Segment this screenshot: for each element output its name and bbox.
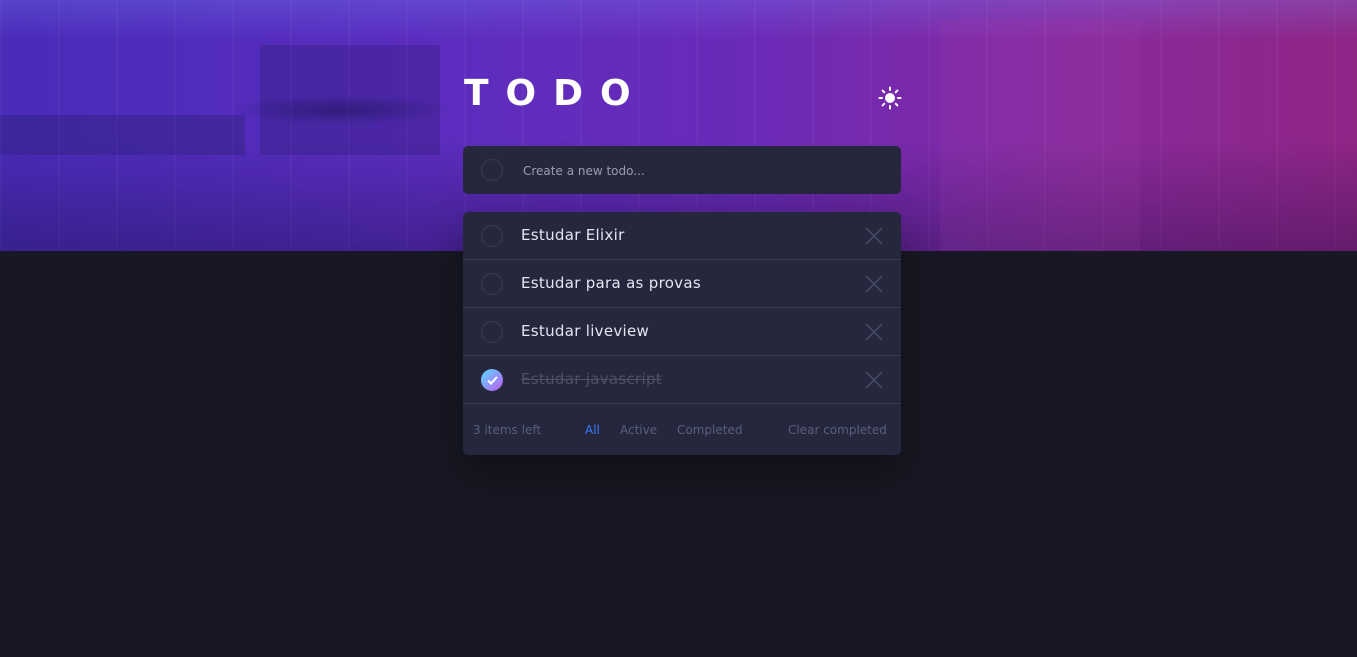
- new-todo-input[interactable]: [521, 158, 885, 184]
- todo-item[interactable]: Estudar Elixir: [463, 212, 901, 260]
- todo-list: Estudar Elixir Estudar para as provas Es…: [463, 212, 901, 455]
- close-icon[interactable]: [865, 371, 883, 389]
- todo-text: Estudar para as provas: [521, 274, 701, 292]
- todo-text: Estudar Elixir: [521, 226, 625, 244]
- todo-item[interactable]: Estudar liveview: [463, 308, 901, 356]
- clear-completed-button[interactable]: Clear completed: [788, 422, 887, 438]
- items-left-count: 3 items left: [473, 423, 542, 437]
- new-todo-bar: [463, 146, 901, 194]
- background-photo-corridor: [260, 45, 440, 155]
- filter-completed[interactable]: Completed: [677, 422, 742, 438]
- filter-all[interactable]: All: [585, 422, 600, 438]
- background-photo-railing: [0, 115, 245, 155]
- todo-checkbox[interactable]: [481, 225, 503, 247]
- todo-item-completed[interactable]: Estudar javascript: [463, 356, 901, 404]
- background-photo-pillars: [940, 20, 1140, 251]
- close-icon[interactable]: [865, 275, 883, 293]
- todo-checkbox[interactable]: [481, 273, 503, 295]
- todo-text: Estudar liveview: [521, 322, 650, 340]
- filter-active[interactable]: Active: [620, 422, 657, 438]
- todo-footer: 3 items left All Active Completed Clear …: [463, 405, 901, 455]
- theme-toggle-button[interactable]: [876, 84, 904, 112]
- new-todo-checkbox[interactable]: [481, 159, 503, 181]
- check-icon: [486, 375, 498, 385]
- close-icon[interactable]: [865, 227, 883, 245]
- close-icon[interactable]: [865, 323, 883, 341]
- todo-checkbox-checked[interactable]: [481, 369, 503, 391]
- todo-text: Estudar javascript: [521, 370, 662, 388]
- sun-icon: [878, 86, 902, 110]
- todo-item[interactable]: Estudar para as provas: [463, 260, 901, 308]
- app-title: TODO: [464, 73, 648, 114]
- todo-checkbox[interactable]: [481, 321, 503, 343]
